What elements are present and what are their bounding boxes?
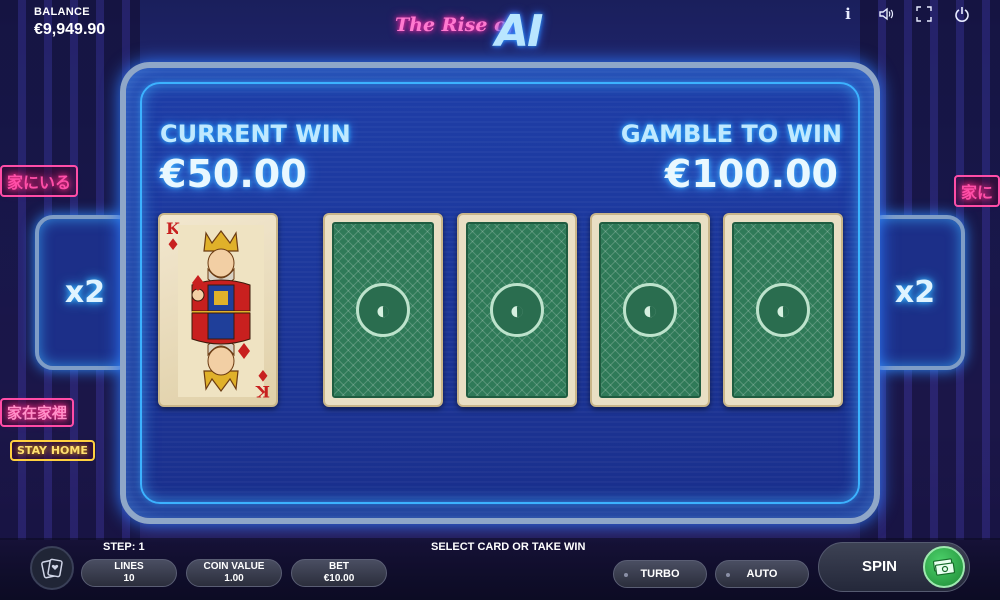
multiplier-left: x2 <box>64 275 106 310</box>
current-win-label: CURRENT WIN <box>160 120 351 148</box>
ai-emblem-icon: ◐ <box>490 283 544 337</box>
neon-sign-decoration: STAY HOME <box>10 440 95 461</box>
neon-sign-decoration: 家在家裡 <box>0 398 75 427</box>
ai-emblem-icon: ◐ <box>623 283 677 337</box>
coin-value-selector[interactable]: COIN VALUE 1.00 <box>186 559 282 587</box>
multiplier-right: x2 <box>894 275 936 310</box>
auto-button[interactable]: AUTO <box>715 560 809 588</box>
bet-selector[interactable]: BET €10.00 <box>291 559 387 587</box>
fullscreen-icon[interactable] <box>916 6 932 22</box>
face-down-card-2[interactable]: ◐ <box>457 213 577 407</box>
card-rank: K <box>256 382 270 401</box>
step-counter: STEP: 1 <box>103 541 145 553</box>
ai-emblem-icon: ◐ <box>756 283 810 337</box>
lines-value: 10 <box>123 573 135 584</box>
face-down-card-4[interactable]: ◐ <box>723 213 843 407</box>
coin-value-label: COIN VALUE <box>203 561 265 572</box>
status-message: SELECT CARD OR TAKE WIN <box>431 541 586 553</box>
lines-selector[interactable]: LINES 10 <box>81 559 177 587</box>
diamond-suit-icon: ♦ <box>255 366 271 385</box>
bet-label: BET <box>329 561 349 572</box>
power-icon[interactable] <box>954 6 970 22</box>
multiplier-pod-right: x2 <box>865 215 965 370</box>
card-index-bottom: K ♦ <box>255 366 271 401</box>
turbo-button[interactable]: TURBO <box>613 560 707 588</box>
face-down-card-3[interactable]: ◐ <box>590 213 710 407</box>
current-win-value: €50.00 <box>160 152 307 196</box>
gamble-to-win-value: €100.00 <box>664 152 838 196</box>
cards-heart-icon <box>41 558 63 579</box>
ai-emblem-icon: ◐ <box>356 283 410 337</box>
king-figure-icon <box>178 225 264 397</box>
game-logo: The Rise of AI <box>395 6 605 57</box>
top-toolbar: i <box>840 5 970 23</box>
spin-button[interactable]: SPIN <box>818 542 970 592</box>
card-back-pattern: ◐ <box>466 222 568 398</box>
revealed-card-king-diamonds: K ♦ K ♦ <box>158 213 278 407</box>
card-back-pattern: ◐ <box>732 222 834 398</box>
spin-label: SPIN <box>862 558 898 575</box>
card-back-pattern: ◐ <box>599 222 701 398</box>
auto-label: AUTO <box>746 568 778 580</box>
coin-value-value: 1.00 <box>224 573 244 584</box>
neon-sign-decoration: 家に <box>953 175 1000 207</box>
info-icon[interactable]: i <box>840 5 856 23</box>
turbo-indicator-icon <box>624 573 628 577</box>
cash-stack-icon <box>923 546 965 588</box>
face-down-card-1[interactable]: ◐ <box>323 213 443 407</box>
auto-indicator-icon <box>726 573 730 577</box>
lines-label: LINES <box>114 561 144 572</box>
balance-value: €9,949.90 <box>34 21 106 38</box>
logo-main-text: AI <box>495 6 543 57</box>
gamble-menu-button[interactable] <box>30 546 74 590</box>
balance-label: BALANCE <box>34 6 90 18</box>
neon-sign-decoration: 家にいる <box>0 165 79 197</box>
gamble-to-win-label: GAMBLE TO WIN <box>620 120 842 148</box>
card-back-pattern: ◐ <box>332 222 434 398</box>
turbo-label: TURBO <box>640 568 680 580</box>
sound-icon[interactable] <box>878 6 894 22</box>
bet-value: €10.00 <box>323 573 355 584</box>
balance-display: BALANCE €9,949.90 <box>34 6 105 39</box>
